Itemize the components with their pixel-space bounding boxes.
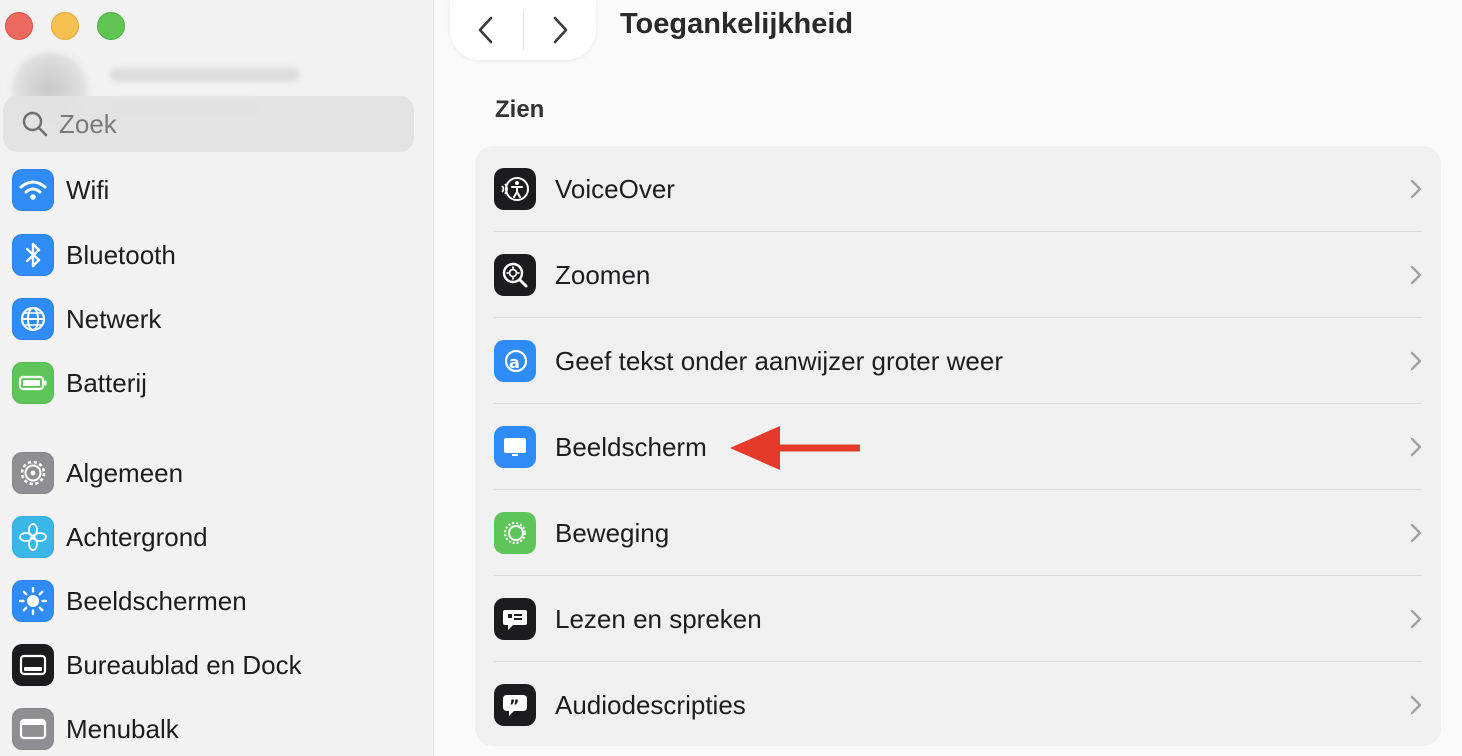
sidebar-item-menubalk[interactable]: Menubalk xyxy=(12,705,422,753)
search-icon xyxy=(22,111,48,137)
sidebar-item-achtergrond[interactable]: Achtergrond xyxy=(12,513,422,561)
motion-icon xyxy=(494,512,536,554)
back-button[interactable] xyxy=(450,0,523,60)
globe-icon xyxy=(12,298,54,340)
minimize-window-button[interactable] xyxy=(51,12,79,40)
gear-icon xyxy=(12,452,54,494)
navigation-buttons xyxy=(450,0,596,60)
annotation-arrow-icon xyxy=(730,426,860,470)
row-label: Audiodescripties xyxy=(555,689,746,720)
forward-button[interactable] xyxy=(524,0,597,60)
sidebar-item-bluetooth[interactable]: Bluetooth xyxy=(12,231,422,279)
chevron-right-icon xyxy=(553,16,568,44)
window-controls xyxy=(5,12,125,40)
sidebar-item-algemeen[interactable]: Algemeen xyxy=(12,449,422,497)
sidebar-item-label: Bluetooth xyxy=(66,239,176,270)
chevron-right-icon xyxy=(1410,695,1422,715)
sidebar-item-bureaublad-en-dock[interactable]: Bureaublad en Dock xyxy=(12,641,422,689)
display-icon xyxy=(494,426,536,468)
main-pane: Toegankelijkheid Zien VoiceOver Zoomen a… xyxy=(435,0,1462,756)
svg-text:a: a xyxy=(509,353,520,372)
sidebar: Wifi Bluetooth Netwerk Batterij Algemeen xyxy=(0,0,434,756)
chevron-right-icon xyxy=(1410,437,1422,457)
settings-group: VoiceOver Zoomen a Geef tekst onder aanw… xyxy=(475,146,1441,746)
sidebar-item-netwerk[interactable]: Netwerk xyxy=(12,295,422,343)
sidebar-item-label: Netwerk xyxy=(66,303,162,334)
voiceover-icon xyxy=(494,168,536,210)
wifi-icon xyxy=(12,169,54,211)
row-voiceover[interactable]: VoiceOver xyxy=(475,146,1441,232)
chevron-right-icon xyxy=(1410,179,1422,199)
zoom-icon xyxy=(494,254,536,296)
battery-icon xyxy=(12,362,54,404)
chevron-right-icon xyxy=(1410,351,1422,371)
svg-text:”: ” xyxy=(509,696,520,715)
sidebar-item-label: Bureaublad en Dock xyxy=(66,649,302,680)
menubar-icon xyxy=(12,708,54,750)
sun-icon xyxy=(12,580,54,622)
row-zoomen[interactable]: Zoomen xyxy=(475,232,1441,318)
sidebar-item-label: Menubalk xyxy=(66,713,179,744)
speech-bubble-icon xyxy=(494,598,536,640)
bluetooth-icon xyxy=(12,234,54,276)
chevron-left-icon xyxy=(478,16,493,44)
row-beweging[interactable]: Beweging xyxy=(475,490,1441,576)
row-label: Lezen en spreken xyxy=(555,603,762,634)
row-label: Beeldscherm xyxy=(555,431,707,462)
row-audiodescripties[interactable]: ” Audiodescripties xyxy=(475,662,1441,748)
row-lezen-en-spreken[interactable]: Lezen en spreken xyxy=(475,576,1441,662)
zoom-window-button[interactable] xyxy=(97,12,125,40)
quote-bubble-icon: ” xyxy=(494,684,536,726)
sidebar-item-label: Algemeen xyxy=(66,457,184,488)
row-label: Geef tekst onder aanwijzer groter weer xyxy=(555,345,1003,376)
row-beeldscherm[interactable]: Beeldscherm xyxy=(475,404,1441,490)
row-label: VoiceOver xyxy=(555,173,675,204)
close-window-button[interactable] xyxy=(5,12,33,40)
row-hover-text[interactable]: a Geef tekst onder aanwijzer groter weer xyxy=(475,318,1441,404)
flower-icon xyxy=(12,516,54,558)
sidebar-item-label: Achtergrond xyxy=(66,521,208,552)
sidebar-item-label: Batterij xyxy=(66,367,147,398)
apple-account-name-blurred xyxy=(110,68,300,82)
sidebar-item-beeldschermen[interactable]: Beeldschermen xyxy=(12,577,422,625)
sidebar-item-label: Beeldschermen xyxy=(66,585,247,616)
sidebar-item-label: Wifi xyxy=(66,174,110,205)
section-title: Zien xyxy=(495,96,545,123)
search-field[interactable] xyxy=(3,96,414,152)
row-label: Beweging xyxy=(555,517,670,548)
sidebar-item-batterij[interactable]: Batterij xyxy=(12,359,422,407)
hover-text-icon: a xyxy=(494,340,536,382)
dock-icon xyxy=(12,644,54,686)
page-title: Toegankelijkheid xyxy=(620,8,854,40)
search-input[interactable] xyxy=(59,108,379,140)
sidebar-item-wifi[interactable]: Wifi xyxy=(12,166,422,214)
row-label: Zoomen xyxy=(555,259,651,290)
chevron-right-icon xyxy=(1410,265,1422,285)
chevron-right-icon xyxy=(1410,523,1422,543)
chevron-right-icon xyxy=(1410,609,1422,629)
